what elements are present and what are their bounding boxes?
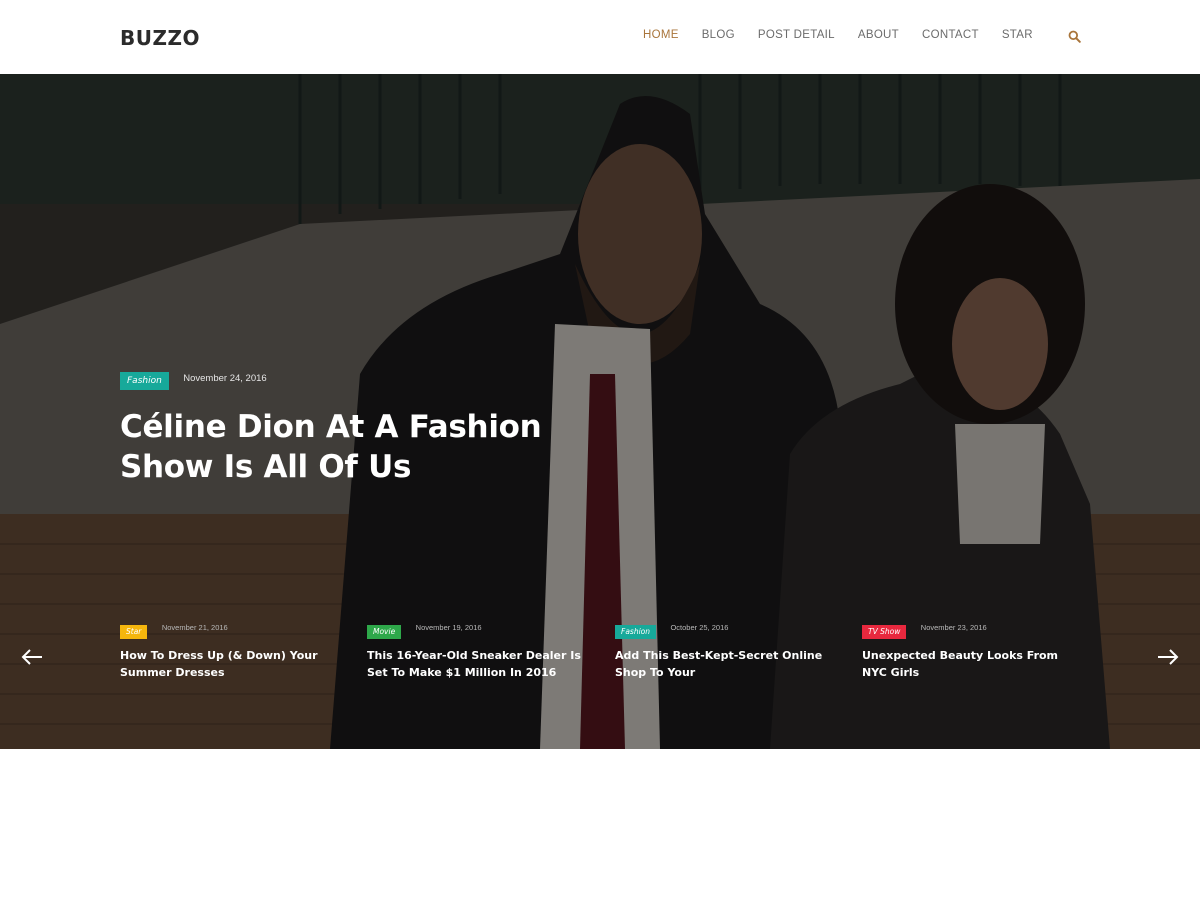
slider-next-button[interactable] xyxy=(1156,649,1180,665)
nav-blog[interactable]: BLOG xyxy=(702,29,735,41)
arrow-right-icon xyxy=(1158,649,1179,665)
card-title[interactable]: This 16-Year-Old Sneaker Dealer Is Set T… xyxy=(367,647,587,681)
featured-date: November 24, 2016 xyxy=(183,373,267,384)
post-card[interactable]: Movie November 19, 2016 This 16-Year-Old… xyxy=(367,621,587,681)
post-cards-row: Star November 21, 2016 How To Dress Up (… xyxy=(120,621,1080,681)
card-date: November 19, 2016 xyxy=(415,623,482,632)
card-date: November 21, 2016 xyxy=(161,623,228,632)
nav-post-detail[interactable]: POST DETAIL xyxy=(758,29,835,41)
card-title[interactable]: Unexpected Beauty Looks From NYC Girls xyxy=(862,647,1082,681)
featured-category-badge[interactable]: Fashion xyxy=(120,372,169,390)
nav-star[interactable]: STAR xyxy=(1002,29,1033,41)
card-date: November 23, 2016 xyxy=(920,623,987,632)
nav-contact[interactable]: CONTACT xyxy=(922,29,979,41)
nav-home[interactable]: HOME xyxy=(643,29,679,41)
slider-prev-button[interactable] xyxy=(20,649,44,665)
site-header: BUZZO HOME BLOG POST DETAIL ABOUT CONTAC… xyxy=(0,0,1200,74)
featured-post: Fashion November 24, 2016 Céline Dion At… xyxy=(120,370,600,487)
post-card[interactable]: TV Show November 23, 2016 Unexpected Bea… xyxy=(862,621,1082,681)
card-category-badge[interactable]: Movie xyxy=(367,625,402,639)
card-category-badge[interactable]: Fashion xyxy=(615,625,656,639)
post-card[interactable]: Fashion October 25, 2016 Add This Best-K… xyxy=(615,621,835,681)
site-logo[interactable]: BUZZO xyxy=(120,26,200,50)
card-category-badge[interactable]: Star xyxy=(120,625,148,639)
main-nav: HOME BLOG POST DETAIL ABOUT CONTACT STAR xyxy=(643,29,1056,41)
card-title[interactable]: How To Dress Up (& Down) Your Summer Dre… xyxy=(120,647,340,681)
hero-slider: Fashion November 24, 2016 Céline Dion At… xyxy=(0,74,1200,749)
card-title[interactable]: Add This Best-Kept-Secret Online Shop To… xyxy=(615,647,835,681)
nav-about[interactable]: ABOUT xyxy=(858,29,899,41)
arrow-left-icon xyxy=(21,649,42,665)
card-category-badge[interactable]: TV Show xyxy=(862,625,907,639)
card-date: October 25, 2016 xyxy=(670,623,729,632)
search-icon[interactable] xyxy=(1068,30,1081,43)
featured-title[interactable]: Céline Dion At A Fashion Show Is All Of … xyxy=(120,407,600,487)
post-card[interactable]: Star November 21, 2016 How To Dress Up (… xyxy=(120,621,340,681)
